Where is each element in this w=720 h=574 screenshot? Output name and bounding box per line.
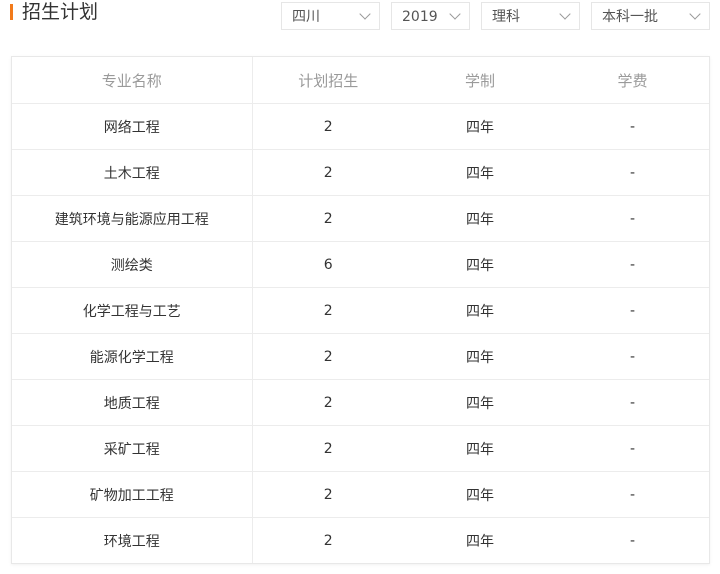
table-row: 网络工程 2 四年 - [12, 103, 709, 150]
cell-planned: 2 [323, 532, 333, 549]
column-header-major: 专业名称 [12, 57, 253, 104]
chevron-down-icon [559, 8, 571, 20]
table-row: 测绘类 6 四年 - [12, 241, 709, 288]
column-header-tuition: 学费 [556, 57, 709, 104]
cell-planned: 2 [252, 103, 404, 150]
title-accent-bar [10, 4, 13, 20]
cell-major: 环境工程 [12, 517, 253, 563]
cell-planned: 2 [252, 425, 404, 472]
province-select[interactable]: 四川 [281, 2, 380, 30]
cell-duration: 四年 [404, 149, 556, 196]
cell-major: 采矿工程 [12, 425, 253, 472]
cell-duration: 四年 [404, 471, 556, 518]
province-select-value: 四川 [292, 9, 320, 25]
subject-select[interactable]: 理科 [481, 2, 580, 30]
cell-planned: 2 [252, 287, 404, 334]
cell-duration: 四年 [404, 333, 556, 380]
section-header: 招生计划 四川 2019 理科 本科一批 [0, 0, 720, 36]
cell-planned: 6 [252, 241, 404, 288]
cell-tuition: - [556, 333, 709, 380]
table-header-row: 专业名称 计划招生 学制 学费 [12, 57, 709, 104]
cell-tuition: - [629, 532, 636, 549]
cell-tuition: - [556, 287, 709, 334]
batch-select[interactable]: 本科一批 [591, 2, 710, 30]
cell-major: 矿物加工工程 [12, 471, 253, 518]
table-row: 地质工程 2 四年 - [12, 379, 709, 426]
cell-tuition: - [556, 425, 709, 472]
table-row: 建筑环境与能源应用工程 2 四年 - [12, 195, 709, 242]
cell-planned: 2 [252, 195, 404, 242]
cell-major: 建筑环境与能源应用工程 [12, 195, 253, 242]
cell-major: 能源化学工程 [12, 333, 253, 380]
cell-major: 地质工程 [12, 379, 253, 426]
cell-tuition: - [556, 379, 709, 426]
cell-planned: 2 [252, 333, 404, 380]
cell-duration: 四年 [404, 287, 556, 334]
table-row: 能源化学工程 2 四年 - [12, 333, 709, 380]
column-header-duration: 学制 [404, 57, 556, 104]
cell-duration: 四年 [404, 195, 556, 242]
table-row: 采矿工程 2 四年 - [12, 425, 709, 472]
cell-tuition: - [556, 103, 709, 150]
cell-planned: 2 [252, 149, 404, 196]
table-row: 矿物加工工程 2 四年 - [12, 471, 709, 518]
cell-tuition: - [556, 149, 709, 196]
table-row: 环境工程 2 四年 - [12, 517, 709, 563]
admission-plan-page: 招生计划 四川 2019 理科 本科一批 专业名称 计划招生 学制 学费 网络工… [0, 0, 720, 574]
cell-tuition: - [556, 195, 709, 242]
batch-select-value: 本科一批 [602, 9, 658, 25]
table-row: 土木工程 2 四年 - [12, 149, 709, 196]
cell-major: 测绘类 [12, 241, 253, 288]
column-header-planned: 计划招生 [252, 57, 404, 104]
cell-tuition: - [556, 241, 709, 288]
year-select-value: 2019 [402, 9, 438, 25]
section-title: 招生计划 [22, 1, 99, 23]
cell-tuition: - [556, 471, 709, 518]
cell-duration: 四年 [404, 379, 556, 426]
cell-major: 化学工程与工艺 [12, 287, 253, 334]
chevron-down-icon [449, 8, 461, 20]
cell-planned: 2 [252, 379, 404, 426]
cell-duration: 四年 [404, 103, 556, 150]
cell-planned: 2 [252, 471, 404, 518]
subject-select-value: 理科 [492, 9, 520, 25]
chevron-down-icon [359, 8, 371, 20]
table-row: 化学工程与工艺 2 四年 - [12, 287, 709, 334]
cell-duration: 四年 [466, 533, 494, 550]
admission-plan-table: 专业名称 计划招生 学制 学费 网络工程 2 四年 - 土木工程 2 四年 - [11, 56, 710, 564]
chevron-down-icon [689, 8, 701, 20]
cell-duration: 四年 [404, 241, 556, 288]
cell-major: 网络工程 [12, 103, 253, 150]
cell-major: 土木工程 [12, 149, 253, 196]
cell-duration: 四年 [404, 425, 556, 472]
year-select[interactable]: 2019 [391, 2, 470, 30]
